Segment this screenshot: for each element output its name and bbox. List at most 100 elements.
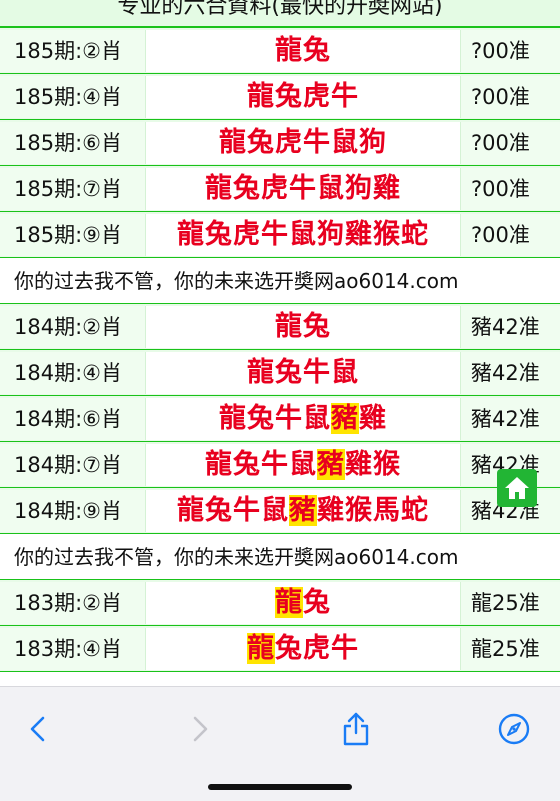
back-button[interactable]	[18, 709, 58, 749]
zodiac-char: 牛	[289, 172, 317, 204]
zodiac-char: 猴	[345, 494, 373, 526]
zodiac-char: 龍	[275, 586, 303, 618]
zodiac-char: 兔	[275, 632, 303, 664]
zodiac-char: 牛	[331, 80, 359, 112]
period-label: 185期:⑨肖	[0, 213, 146, 256]
zodiac-char: 牛	[331, 632, 359, 664]
zodiac-char: 蛇	[401, 494, 429, 526]
period-label: 185期:④肖	[0, 75, 146, 118]
zodiac-char: 豬	[289, 494, 317, 526]
zodiac-char: 狗	[345, 172, 373, 204]
zodiac-char: 猴	[373, 218, 401, 250]
period-label: 184期:⑨肖	[0, 489, 146, 532]
zodiac-char: 馬	[373, 494, 401, 526]
zodiac-char: 豬	[331, 402, 359, 434]
home-indicator[interactable]	[208, 784, 352, 790]
zodiac-char: 虎	[303, 80, 331, 112]
zodiac-char: 鼠	[303, 402, 331, 434]
zodiac-char: 龍	[205, 448, 233, 480]
promo-row[interactable]: 你的过去我不管，你的未来选开奬网ao6014.com	[0, 258, 560, 304]
period-label: 184期:④肖	[0, 351, 146, 394]
top-banner: 专业的六合資料(最快的开奬网站)	[0, 0, 560, 28]
zodiac-char: 兔	[303, 586, 331, 618]
table-row: 184期:②肖 龍兔 豬42准	[0, 304, 560, 350]
forward-button[interactable]	[180, 709, 220, 749]
zodiac-char: 鼠	[331, 126, 359, 158]
result-label: 豬42准	[460, 305, 560, 348]
result-label: ?00准	[460, 167, 560, 210]
chevron-left-icon	[30, 716, 45, 742]
zodiac-char: 龍	[177, 494, 205, 526]
zodiac-char: 鼠	[331, 356, 359, 388]
period-label: 185期:⑦肖	[0, 167, 146, 210]
results-table: 185期:②肖 龍兔 ?00准 185期:④肖 龍兔虎牛 ?00准 185期:⑥肖 龍兔虎牛鼠…	[0, 28, 560, 672]
zodiac-picks: 龍兔虎牛鼠狗雞猴蛇	[146, 213, 460, 256]
period-label: 185期:②肖	[0, 29, 146, 72]
zodiac-char: 兔	[247, 126, 275, 158]
zodiac-char: 兔	[233, 448, 261, 480]
zodiac-char: 龍	[275, 34, 303, 66]
zodiac-char: 牛	[303, 126, 331, 158]
result-label: ?00准	[460, 213, 560, 256]
table-row: 183期:②肖 龍兔 龍25准	[0, 580, 560, 626]
zodiac-picks: 龍兔牛鼠豬雞猴	[146, 443, 460, 486]
zodiac-char: 虎	[275, 126, 303, 158]
zodiac-char: 雞	[317, 494, 345, 526]
zodiac-char: 雞	[345, 448, 373, 480]
period-label: 184期:②肖	[0, 305, 146, 348]
zodiac-picks: 龍兔	[146, 29, 460, 72]
zodiac-char: 鼠	[289, 218, 317, 250]
zodiac-char: 狗	[359, 126, 387, 158]
compass-button[interactable]	[494, 709, 534, 749]
zodiac-char: 龍	[275, 310, 303, 342]
zodiac-char: 兔	[275, 80, 303, 112]
table-row: 184期:④肖 龍兔牛鼠 豬42准	[0, 350, 560, 396]
zodiac-char: 雞	[359, 402, 387, 434]
zodiac-char: 兔	[205, 494, 233, 526]
zodiac-char: 兔	[205, 218, 233, 250]
zodiac-picks: 龍兔虎牛鼠狗	[146, 121, 460, 164]
zodiac-char: 兔	[303, 34, 331, 66]
zodiac-char: 雞	[345, 218, 373, 250]
zodiac-picks: 龍兔虎牛	[146, 75, 460, 118]
result-label: 龍25准	[460, 627, 560, 670]
result-label: ?00准	[460, 121, 560, 164]
home-button[interactable]	[497, 469, 537, 507]
result-label: 龍25准	[460, 581, 560, 624]
result-label: 豬42准	[460, 397, 560, 440]
share-icon	[343, 712, 369, 746]
zodiac-char: 龍	[247, 80, 275, 112]
page-title: 专业的六合資料(最快的开奬网站)	[117, 0, 443, 19]
period-label: 183期:④肖	[0, 627, 146, 670]
zodiac-char: 龍	[219, 126, 247, 158]
table-row: 185期:②肖 龍兔 ?00准	[0, 28, 560, 74]
zodiac-char: 蛇	[401, 218, 429, 250]
share-button[interactable]	[336, 709, 376, 749]
zodiac-char: 兔	[275, 356, 303, 388]
period-label: 184期:⑦肖	[0, 443, 146, 486]
zodiac-char: 牛	[233, 494, 261, 526]
table-row: 185期:⑥肖 龍兔虎牛鼠狗 ?00准	[0, 120, 560, 166]
home-icon	[505, 477, 529, 499]
zodiac-char: 虎	[233, 218, 261, 250]
zodiac-char: 鼠	[289, 448, 317, 480]
zodiac-char: 牛	[261, 448, 289, 480]
zodiac-char: 龍	[219, 402, 247, 434]
zodiac-char: 兔	[247, 402, 275, 434]
zodiac-char: 龍	[177, 218, 205, 250]
result-label: ?00准	[460, 75, 560, 118]
promo-row[interactable]: 你的过去我不管，你的未来选开奬网ao6014.com	[0, 534, 560, 580]
result-label: 豬42准	[460, 351, 560, 394]
table-row: 183期:④肖 龍兔虎牛 龍25准	[0, 626, 560, 672]
browser-toolbar	[0, 686, 560, 801]
zodiac-char: 猴	[373, 448, 401, 480]
zodiac-char: 兔	[303, 310, 331, 342]
table-row: 184期:⑦肖 龍兔牛鼠豬雞猴 豬42准	[0, 442, 560, 488]
table-row: 185期:⑦肖 龍兔虎牛鼠狗雞 ?00准	[0, 166, 560, 212]
zodiac-picks: 龍兔	[146, 581, 460, 624]
zodiac-char: 虎	[303, 632, 331, 664]
period-label: 184期:⑥肖	[0, 397, 146, 440]
table-row: 184期:⑥肖 龍兔牛鼠豬雞 豬42准	[0, 396, 560, 442]
period-label: 183期:②肖	[0, 581, 146, 624]
period-label: 185期:⑥肖	[0, 121, 146, 164]
